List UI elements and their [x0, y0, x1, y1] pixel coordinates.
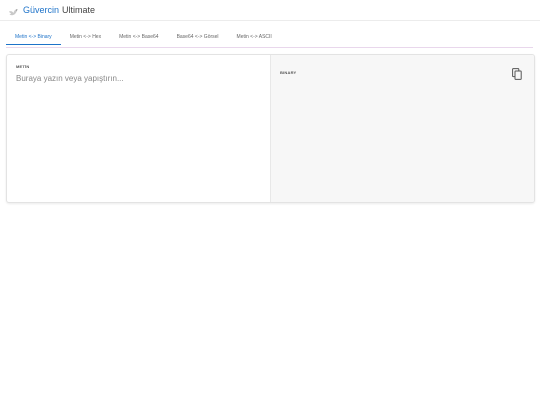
output-pane: BINARY: [271, 55, 534, 202]
app-title: Güvercin Ultimate: [23, 5, 95, 16]
input-label: METİN: [16, 64, 30, 69]
tabs-divider: [6, 47, 533, 48]
brand-secondary: Ultimate: [62, 4, 96, 15]
app-logo[interactable]: Güvercin Ultimate: [8, 5, 95, 16]
converter-card: METİN BINARY: [6, 54, 535, 203]
copy-icon[interactable]: [512, 67, 522, 80]
dove-icon: [8, 5, 19, 16]
tab-bar: Metin <-> Binary Metin <-> Hex Metin <->…: [6, 31, 281, 48]
tab-base64-image[interactable]: Base64 <-> Görsel: [168, 31, 228, 45]
text-input[interactable]: [16, 74, 261, 194]
tab-text-binary[interactable]: Metin <-> Binary: [6, 31, 61, 45]
app-header: Güvercin Ultimate: [0, 0, 540, 21]
brand-primary: Güvercin: [23, 4, 60, 15]
output-label: BINARY: [280, 70, 297, 75]
tab-text-hex[interactable]: Metin <-> Hex: [61, 31, 110, 45]
input-pane: METİN: [7, 55, 271, 202]
tab-text-ascii[interactable]: Metin <-> ASCII: [228, 31, 281, 45]
tab-text-base64[interactable]: Metin <-> Base64: [110, 31, 167, 45]
